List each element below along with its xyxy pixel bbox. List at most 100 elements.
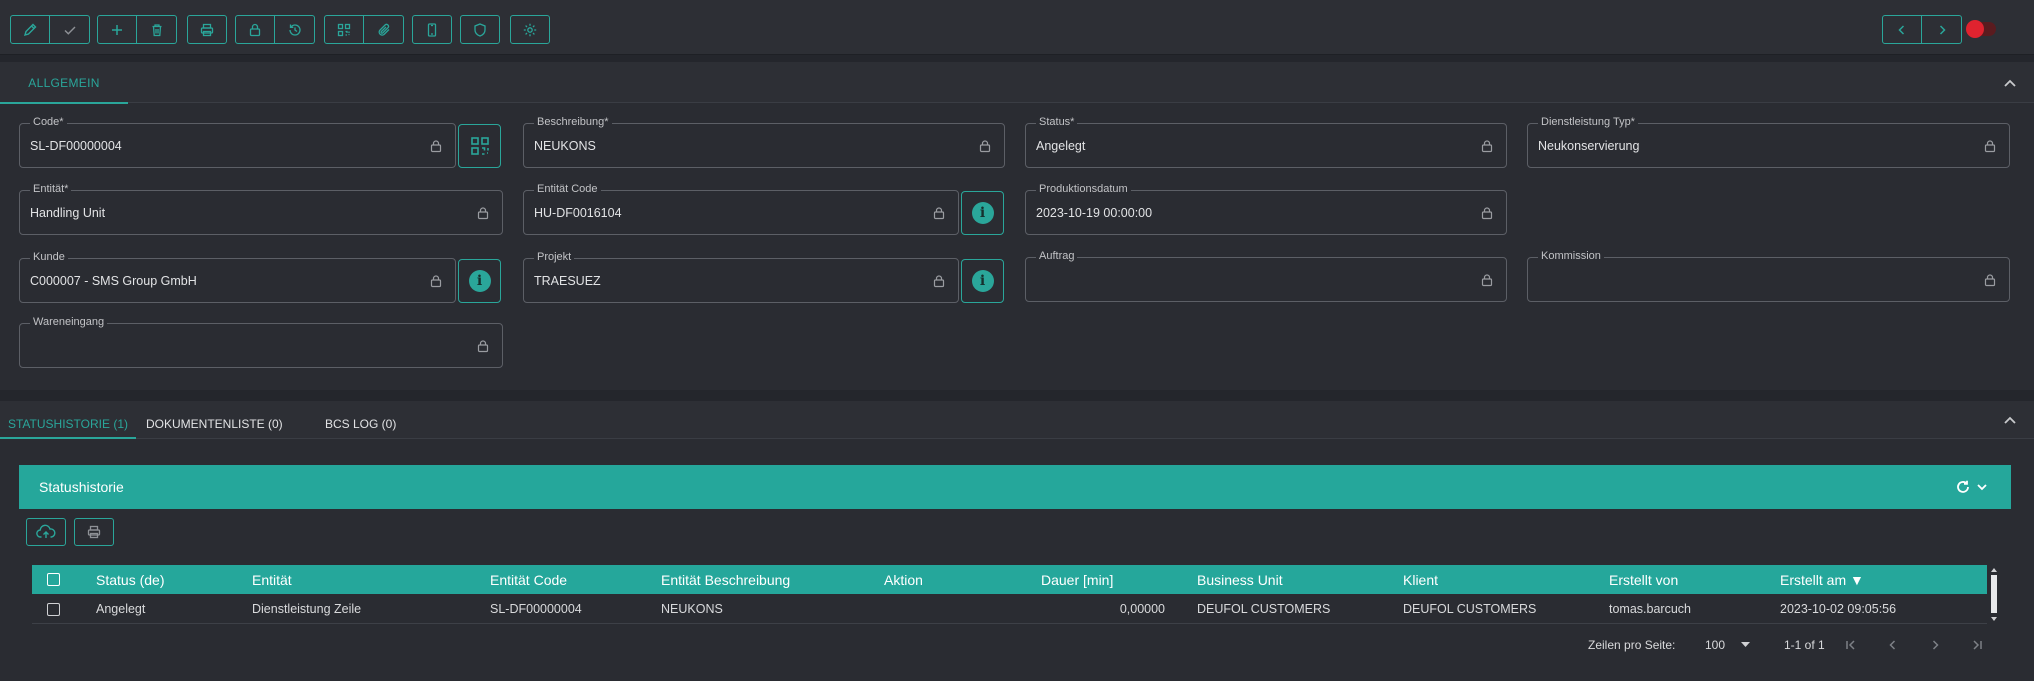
permissions-button[interactable] [460, 15, 500, 44]
first-page-icon [1846, 640, 1855, 650]
column-header-erstellt-von[interactable]: Erstellt von [1609, 565, 1678, 594]
entitaet-code-field[interactable]: Entität Code HU-DF0016104 [523, 183, 959, 235]
previous-record-button[interactable] [1882, 15, 1922, 44]
add-button[interactable] [97, 15, 137, 44]
projekt-field[interactable]: Projekt TRAESUEZ [523, 251, 959, 303]
kommission-field[interactable]: Kommission [1527, 250, 2010, 302]
kunde-value: C000007 - SMS Group GmbH [30, 273, 197, 288]
shield-icon [474, 22, 486, 37]
history-button[interactable] [275, 15, 315, 44]
table-scrollbar[interactable] [1989, 565, 1999, 624]
chevron-left-icon [1898, 24, 1905, 35]
collapse-general-button[interactable] [2002, 75, 2018, 91]
chevron-up-icon [2004, 416, 2016, 424]
printer-icon [87, 525, 101, 539]
confirm-button[interactable] [50, 15, 90, 44]
wareneingang-field[interactable]: Wareneingang [19, 316, 503, 368]
check-icon [64, 26, 75, 35]
column-header-aktion[interactable]: Aktion [884, 565, 923, 594]
history-icon [288, 23, 301, 36]
next-page-button[interactable] [1928, 634, 1942, 656]
toolbar-group-mobile [412, 15, 452, 44]
wareneingang-label: Wareneingang [30, 316, 108, 328]
checkbox [47, 573, 60, 586]
chevron-up-icon [2004, 79, 2016, 87]
rows-per-page-select[interactable]: 100 [1705, 634, 1753, 656]
status-field[interactable]: Status* Angelegt [1025, 116, 1507, 168]
settings-button[interactable] [510, 15, 550, 44]
cell-entitaet-beschreibung: NEUKONS [661, 602, 723, 616]
print-button[interactable] [187, 15, 227, 44]
info-icon: i [971, 202, 994, 224]
lock-icon [933, 274, 945, 287]
edit-button[interactable] [10, 15, 50, 44]
kunde-field[interactable]: Kunde C000007 - SMS Group GmbH [19, 251, 456, 303]
history-tab-bar [0, 401, 2034, 439]
column-header-entitaet-beschreibung[interactable]: Entität Beschreibung [661, 565, 790, 594]
page-range: 1-1 of 1 [1784, 638, 1825, 652]
lock-button[interactable] [235, 15, 275, 44]
collapse-history-button[interactable] [2002, 412, 2018, 428]
printer-icon [200, 23, 214, 36]
dienstleistung-typ-field[interactable]: Dienstleistung Typ* Neukonservierung [1527, 116, 2010, 168]
lock-icon [933, 206, 945, 219]
projekt-value: TRAESUEZ [534, 273, 601, 288]
entitaet-field[interactable]: Entität* Handling Unit [19, 183, 503, 235]
tab-allgemein[interactable]: ALLGEMEIN [0, 62, 128, 104]
upload-button[interactable] [26, 518, 66, 546]
record-navigation [1882, 15, 1962, 44]
chevron-right-icon [1932, 640, 1939, 650]
select-all-checkbox[interactable] [47, 565, 60, 594]
auftrag-label: Auftrag [1036, 250, 1078, 262]
tab-dokumentenliste-label: DOKUMENTENLISTE (0) [146, 417, 283, 431]
column-header-klient[interactable]: Klient [1403, 565, 1438, 594]
print-table-button[interactable] [74, 518, 114, 546]
column-header-erstellt-am[interactable]: Erstellt am ▼ [1780, 565, 1864, 594]
cell-erstellt-am: 2023-10-02 09:05:56 [1780, 602, 1897, 616]
produktionsdatum-field[interactable]: Produktionsdatum 2023-10-19 00:00:00 [1025, 183, 1507, 235]
paperclip-icon [378, 23, 389, 36]
toolbar-group-settings [510, 15, 550, 44]
attachment-button[interactable] [364, 15, 404, 44]
info-icon: i [971, 270, 994, 292]
row-checkbox[interactable] [47, 594, 60, 624]
entitaet-code-info-button[interactable]: i [961, 191, 1004, 235]
tab-dokumentenliste[interactable]: DOKUMENTENLISTE (0) [146, 410, 283, 438]
first-page-button[interactable] [1844, 634, 1858, 656]
tab-bcs-log[interactable]: BCS LOG (0) [325, 410, 396, 438]
chevron-left-icon [1889, 640, 1896, 650]
column-header-status[interactable]: Status (de) [96, 565, 164, 594]
column-header-entitaet-code[interactable]: Entität Code [490, 565, 567, 594]
tab-statushistorie[interactable]: STATUSHISTORIE (1) [0, 410, 136, 439]
column-header-business-unit[interactable]: Business Unit [1197, 565, 1283, 594]
code-field[interactable]: Code* SL-DF00000004 [19, 116, 456, 168]
projekt-info-button[interactable]: i [961, 259, 1004, 303]
lock-icon [1984, 273, 1996, 286]
beschreibung-field[interactable]: Beschreibung* NEUKONS [523, 116, 1005, 168]
mobile-button[interactable] [412, 15, 452, 44]
lock-icon [430, 274, 442, 287]
column-header-entitaet[interactable]: Entität [252, 565, 292, 594]
statushistorie-title: Statushistorie [39, 479, 124, 495]
qr-code-icon [470, 137, 489, 155]
toolbar-group-codes [324, 15, 404, 44]
qr-code-field-button[interactable] [458, 124, 501, 168]
delete-button[interactable] [137, 15, 177, 44]
mode-toggle[interactable] [1966, 20, 1996, 38]
next-record-button[interactable] [1922, 15, 1962, 44]
chevron-down-icon [1977, 484, 1987, 491]
refresh-icon [1957, 480, 1969, 493]
table-row[interactable]: Angelegt Dienstleistung Zeile SL-DF00000… [32, 594, 1987, 624]
last-page-button[interactable] [1970, 634, 1984, 656]
kunde-info-button[interactable]: i [458, 259, 501, 303]
refresh-button[interactable] [1955, 479, 1971, 495]
auftrag-field[interactable]: Auftrag [1025, 250, 1507, 302]
qr-code-button[interactable] [324, 15, 364, 44]
expand-options-button[interactable] [1974, 479, 1990, 495]
column-header-dauer[interactable]: Dauer [min] [1041, 565, 1113, 594]
cell-erstellt-von: tomas.barcuch [1609, 602, 1691, 616]
rows-per-page-value: 100 [1705, 638, 1726, 652]
toolbar-group-print [187, 15, 227, 44]
lock-icon [1481, 139, 1493, 152]
previous-page-button[interactable] [1886, 634, 1900, 656]
